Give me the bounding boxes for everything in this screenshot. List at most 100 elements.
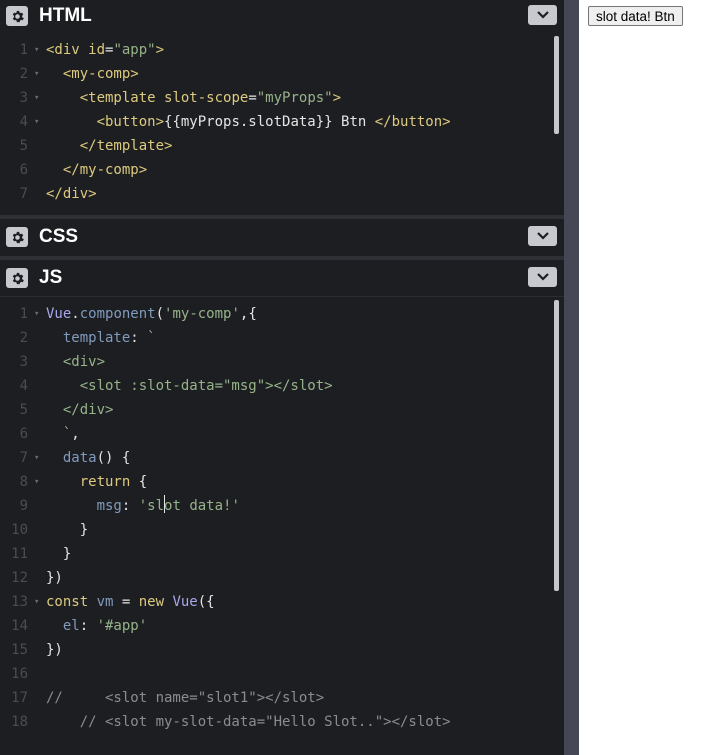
code-line[interactable]: 11 } bbox=[0, 542, 550, 566]
code-line[interactable]: 5 </template> bbox=[0, 134, 550, 158]
code-text: Vue.component('my-comp',{ bbox=[46, 306, 257, 322]
code-line[interactable]: 7 </div> bbox=[0, 182, 550, 206]
line-number: 7 bbox=[19, 186, 28, 202]
line-number: 15 bbox=[11, 642, 28, 658]
chevron-down-icon bbox=[536, 11, 549, 19]
code-line[interactable]: 3 <div> bbox=[0, 350, 550, 374]
code-line[interactable]: 14 el: '#app' bbox=[0, 614, 550, 638]
code-text: return { bbox=[79, 474, 148, 490]
code-text: data() { bbox=[62, 450, 131, 466]
html-code-area[interactable]: 1 ▾ <div id="app"> 2 ▾ <my-comp> 3 ▾ <template… bbox=[0, 34, 564, 216]
gear-icon bbox=[12, 231, 24, 243]
js-settings-button[interactable] bbox=[6, 268, 28, 288]
html-panel-title: HTML bbox=[39, 5, 92, 26]
html-collapse-button[interactable] bbox=[528, 5, 557, 25]
code-line[interactable]: 18 // <slot my-slot-data="Hello Slot..">… bbox=[0, 710, 550, 734]
line-number: 14 bbox=[11, 618, 28, 634]
code-text: }) bbox=[46, 642, 63, 658]
code-text: }) bbox=[46, 570, 63, 586]
line-number: 1 bbox=[19, 306, 28, 322]
code-line[interactable]: 13 ▾ const vm = new Vue({ bbox=[0, 590, 550, 614]
code-line[interactable]: 2 template: ` bbox=[0, 326, 550, 350]
fold-arrow-icon[interactable]: ▾ bbox=[34, 110, 39, 134]
css-collapse-button[interactable] bbox=[528, 226, 557, 246]
code-text: } bbox=[79, 522, 89, 538]
code-text: msg: 'slot data!' bbox=[46, 494, 240, 518]
line-number: 6 bbox=[19, 426, 28, 442]
code-text: <button>{{myProps.slotData}} Btn </butto… bbox=[96, 114, 451, 130]
html-scrollbar[interactable] bbox=[554, 36, 559, 134]
code-line[interactable]: 15}) bbox=[0, 638, 550, 662]
code-line[interactable]: 1 ▾ <div id="app"> bbox=[0, 38, 550, 62]
line-number: 9 bbox=[19, 498, 28, 514]
panel-divider[interactable] bbox=[0, 256, 564, 260]
js-scrollbar[interactable] bbox=[554, 300, 559, 591]
js-collapse-button[interactable] bbox=[528, 267, 557, 287]
line-number: 6 bbox=[19, 162, 28, 178]
line-number: 17 bbox=[11, 690, 28, 706]
js-panel-header: JS bbox=[0, 262, 564, 296]
code-line[interactable]: 5 </div> bbox=[0, 398, 550, 422]
code-text: </my-comp> bbox=[62, 162, 148, 178]
chevron-down-icon bbox=[536, 232, 549, 240]
line-number: 10 bbox=[11, 522, 28, 538]
code-text: // <slot my-slot-data="Hello Slot.."></s… bbox=[46, 714, 451, 730]
css-panel-title: CSS bbox=[39, 226, 79, 247]
gear-icon bbox=[12, 10, 24, 22]
line-number: 1 bbox=[19, 42, 28, 58]
css-settings-button[interactable] bbox=[6, 227, 28, 247]
code-line[interactable]: 2 ▾ <my-comp> bbox=[0, 62, 550, 86]
code-line[interactable]: 6 </my-comp> bbox=[0, 158, 550, 182]
gear-icon bbox=[12, 272, 24, 284]
line-number: 11 bbox=[11, 546, 28, 562]
code-line[interactable]: 6 `, bbox=[0, 422, 550, 446]
code-text: <div> bbox=[46, 354, 106, 370]
js-panel-title: JS bbox=[39, 267, 63, 288]
line-number: 7 bbox=[19, 450, 28, 466]
code-line[interactable]: 3 ▾ <template slot-scope="myProps"> bbox=[0, 86, 550, 110]
line-number: 4 bbox=[19, 114, 28, 130]
code-text: } bbox=[62, 546, 72, 562]
line-number: 18 bbox=[11, 714, 28, 730]
code-line[interactable]: 7 ▾ data() { bbox=[0, 446, 550, 470]
code-line[interactable]: 4 ▾ <button>{{myProps.slotData}} Btn </bu… bbox=[0, 110, 550, 134]
fold-arrow-icon[interactable]: ▾ bbox=[34, 302, 39, 326]
line-number: 2 bbox=[19, 66, 28, 82]
js-code-area[interactable]: 1 ▾ Vue.component('my-comp',{ 2 template: `… bbox=[0, 298, 564, 755]
fold-arrow-icon[interactable]: ▾ bbox=[34, 446, 39, 470]
line-number: 3 bbox=[19, 354, 28, 370]
html-settings-button[interactable] bbox=[6, 6, 28, 26]
code-text: <div id="app"> bbox=[46, 42, 165, 58]
code-line[interactable]: 8 ▾ return { bbox=[0, 470, 550, 494]
panel-divider[interactable] bbox=[0, 215, 564, 219]
fold-arrow-icon[interactable]: ▾ bbox=[34, 62, 39, 86]
line-number: 5 bbox=[19, 138, 28, 154]
fold-arrow-icon[interactable]: ▾ bbox=[34, 86, 39, 110]
fold-arrow-icon[interactable]: ▾ bbox=[34, 470, 39, 494]
slot-data-button[interactable]: slot data! Btn bbox=[588, 6, 683, 26]
css-panel-header: CSS bbox=[0, 221, 564, 255]
code-text: el: '#app' bbox=[62, 618, 148, 634]
fold-arrow-icon[interactable]: ▾ bbox=[34, 590, 39, 614]
line-number: 13 bbox=[11, 594, 28, 610]
code-line[interactable]: 16 bbox=[0, 662, 550, 686]
code-text: const vm = new Vue({ bbox=[46, 594, 215, 610]
code-line[interactable]: 4 <slot :slot-data="msg"></slot> bbox=[0, 374, 550, 398]
code-line[interactable]: 1 ▾ Vue.component('my-comp',{ bbox=[0, 302, 550, 326]
code-editor: HTML 1 ▾ <div id="app"> 2 ▾ <my-comp> 3 ▾ <tem… bbox=[0, 0, 564, 755]
code-text: </div> bbox=[46, 402, 114, 418]
code-line[interactable]: 17 // <slot name="slot1"></slot> bbox=[0, 686, 550, 710]
code-text: `, bbox=[46, 426, 80, 442]
code-line[interactable]: 12}) bbox=[0, 566, 550, 590]
code-line[interactable]: 10 } bbox=[0, 518, 550, 542]
pane-resizer[interactable] bbox=[564, 0, 579, 755]
chevron-down-icon bbox=[536, 273, 549, 281]
line-number: 5 bbox=[19, 402, 28, 418]
code-text: template: ` bbox=[62, 330, 156, 346]
result-preview: slot data! Btn bbox=[579, 0, 721, 755]
html-panel-header: HTML bbox=[0, 0, 564, 34]
code-text: <slot :slot-data="msg"></slot> bbox=[46, 378, 333, 394]
line-number: 4 bbox=[19, 378, 28, 394]
code-line[interactable]: 9 msg: 'slot data!' bbox=[0, 494, 550, 518]
fold-arrow-icon[interactable]: ▾ bbox=[34, 38, 39, 62]
